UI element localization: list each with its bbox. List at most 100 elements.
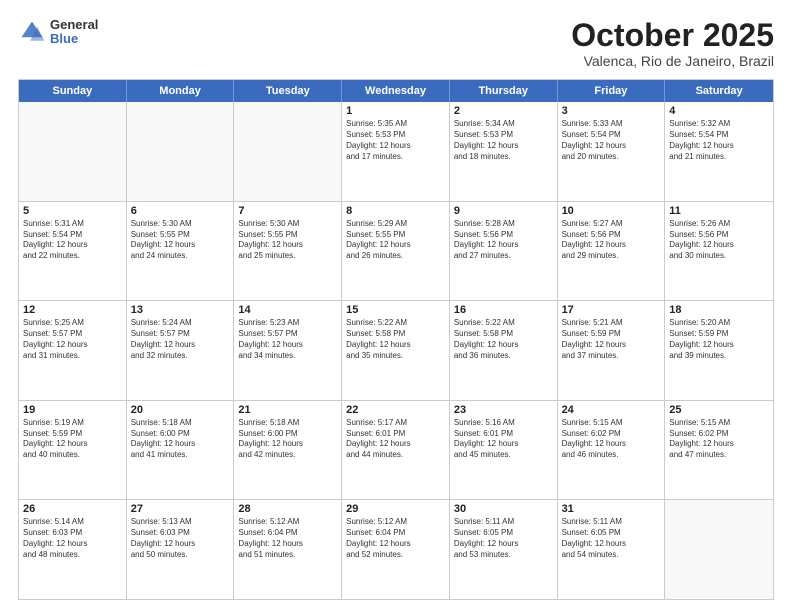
cell-info: Sunrise: 5:33 AM Sunset: 5:54 PM Dayligh… xyxy=(562,119,661,162)
day-number: 2 xyxy=(454,105,553,117)
cal-cell-14: 14 Sunrise: 5:23 AM Sunset: 5:57 PM Dayli… xyxy=(234,301,342,400)
day-number: 17 xyxy=(562,304,661,316)
cal-cell-22: 22 Sunrise: 5:17 AM Sunset: 6:01 PM Dayli… xyxy=(342,401,450,500)
cal-cell-28: 28Sunrise: 5:12 AM Sunset: 6:04 PM Dayli… xyxy=(234,500,342,599)
cell-info: Sunrise: 5:20 AM Sunset: 5:59 PM Dayligh… xyxy=(669,318,769,361)
cal-cell-25: 25 Sunrise: 5:15 AM Sunset: 6:02 PM Dayli… xyxy=(665,401,773,500)
day-number: 27 xyxy=(131,503,230,515)
cal-cell-empty-4-6 xyxy=(665,500,773,599)
cal-cell-31: 31 Sunrise: 5:11 AM Sunset: 6:05 PM Dayli… xyxy=(558,500,666,599)
cal-cell-17: 17 Sunrise: 5:21 AM Sunset: 5:59 PM Dayli… xyxy=(558,301,666,400)
cell-info: Sunrise: 5:25 AM Sunset: 5:57 PM Dayligh… xyxy=(23,318,122,361)
day-number: 19 xyxy=(23,404,122,416)
cal-cell-11: 11Sunrise: 5:26 AM Sunset: 5:56 PM Dayli… xyxy=(665,202,773,301)
cell-info: Sunrise: 5:16 AM Sunset: 6:01 PM Dayligh… xyxy=(454,418,553,461)
cal-cell-10: 10 Sunrise: 5:27 AM Sunset: 5:56 PM Dayli… xyxy=(558,202,666,301)
cell-info: Sunrise: 5:12 AM Sunset: 6:04 PM Dayligh… xyxy=(346,517,445,560)
cal-cell-empty-0-2 xyxy=(234,102,342,201)
day-number: 13 xyxy=(131,304,230,316)
logo: General Blue xyxy=(18,18,98,47)
cell-info: Sunrise: 5:34 AM Sunset: 5:53 PM Dayligh… xyxy=(454,119,553,162)
cell-info: Sunrise: 5:11 AM Sunset: 6:05 PM Dayligh… xyxy=(562,517,661,560)
cell-info: Sunrise: 5:19 AM Sunset: 5:59 PM Dayligh… xyxy=(23,418,122,461)
cal-cell-23: 23 Sunrise: 5:16 AM Sunset: 6:01 PM Dayli… xyxy=(450,401,558,500)
day-number: 5 xyxy=(23,205,122,217)
day-number: 16 xyxy=(454,304,553,316)
cal-cell-12: 12 Sunrise: 5:25 AM Sunset: 5:57 PM Dayli… xyxy=(19,301,127,400)
logo-general-label: General xyxy=(50,18,98,32)
cal-cell-5: 5Sunrise: 5:31 AM Sunset: 5:54 PM Daylig… xyxy=(19,202,127,301)
cal-cell-15: 15 Sunrise: 5:22 AM Sunset: 5:58 PM Dayli… xyxy=(342,301,450,400)
cell-info: Sunrise: 5:35 AM Sunset: 5:53 PM Dayligh… xyxy=(346,119,445,162)
calendar: SundayMondayTuesdayWednesdayThursdayFrid… xyxy=(18,79,774,600)
cal-row-4: 26 Sunrise: 5:14 AM Sunset: 6:03 PM Dayli… xyxy=(19,499,773,599)
cell-info: Sunrise: 5:13 AM Sunset: 6:03 PM Dayligh… xyxy=(131,517,230,560)
cal-header-monday: Monday xyxy=(127,80,235,102)
cal-header-saturday: Saturday xyxy=(665,80,773,102)
cal-cell-9: 9 Sunrise: 5:28 AM Sunset: 5:56 PM Daylig… xyxy=(450,202,558,301)
day-number: 22 xyxy=(346,404,445,416)
logo-text: General Blue xyxy=(50,18,98,47)
cell-info: Sunrise: 5:18 AM Sunset: 6:00 PM Dayligh… xyxy=(238,418,337,461)
cal-cell-21: 21Sunrise: 5:18 AM Sunset: 6:00 PM Dayli… xyxy=(234,401,342,500)
location: Valenca, Rio de Janeiro, Brazil xyxy=(571,53,774,69)
day-number: 12 xyxy=(23,304,122,316)
cell-info: Sunrise: 5:30 AM Sunset: 5:55 PM Dayligh… xyxy=(238,219,337,262)
cell-info: Sunrise: 5:23 AM Sunset: 5:57 PM Dayligh… xyxy=(238,318,337,361)
day-number: 8 xyxy=(346,205,445,217)
calendar-body: 1Sunrise: 5:35 AM Sunset: 5:53 PM Daylig… xyxy=(19,102,773,599)
day-number: 31 xyxy=(562,503,661,515)
cell-info: Sunrise: 5:27 AM Sunset: 5:56 PM Dayligh… xyxy=(562,219,661,262)
cell-info: Sunrise: 5:11 AM Sunset: 6:05 PM Dayligh… xyxy=(454,517,553,560)
cell-info: Sunrise: 5:14 AM Sunset: 6:03 PM Dayligh… xyxy=(23,517,122,560)
cal-header-thursday: Thursday xyxy=(450,80,558,102)
day-number: 20 xyxy=(131,404,230,416)
day-number: 18 xyxy=(669,304,769,316)
title-block: October 2025 Valenca, Rio de Janeiro, Br… xyxy=(571,18,774,69)
cal-cell-16: 16 Sunrise: 5:22 AM Sunset: 5:58 PM Dayli… xyxy=(450,301,558,400)
cell-info: Sunrise: 5:24 AM Sunset: 5:57 PM Dayligh… xyxy=(131,318,230,361)
cell-info: Sunrise: 5:17 AM Sunset: 6:01 PM Dayligh… xyxy=(346,418,445,461)
cal-cell-27: 27 Sunrise: 5:13 AM Sunset: 6:03 PM Dayli… xyxy=(127,500,235,599)
cal-header-friday: Friday xyxy=(558,80,666,102)
cal-cell-4: 4 Sunrise: 5:32 AM Sunset: 5:54 PM Daylig… xyxy=(665,102,773,201)
cell-info: Sunrise: 5:30 AM Sunset: 5:55 PM Dayligh… xyxy=(131,219,230,262)
cal-cell-2: 2 Sunrise: 5:34 AM Sunset: 5:53 PM Daylig… xyxy=(450,102,558,201)
cal-row-3: 19 Sunrise: 5:19 AM Sunset: 5:59 PM Dayli… xyxy=(19,400,773,500)
day-number: 30 xyxy=(454,503,553,515)
cell-info: Sunrise: 5:15 AM Sunset: 6:02 PM Dayligh… xyxy=(669,418,769,461)
day-number: 23 xyxy=(454,404,553,416)
day-number: 25 xyxy=(669,404,769,416)
cell-info: Sunrise: 5:21 AM Sunset: 5:59 PM Dayligh… xyxy=(562,318,661,361)
cal-cell-26: 26 Sunrise: 5:14 AM Sunset: 6:03 PM Dayli… xyxy=(19,500,127,599)
cal-header-wednesday: Wednesday xyxy=(342,80,450,102)
cell-info: Sunrise: 5:32 AM Sunset: 5:54 PM Dayligh… xyxy=(669,119,769,162)
cal-cell-24: 24Sunrise: 5:15 AM Sunset: 6:02 PM Dayli… xyxy=(558,401,666,500)
day-number: 29 xyxy=(346,503,445,515)
cal-cell-8: 8Sunrise: 5:29 AM Sunset: 5:55 PM Daylig… xyxy=(342,202,450,301)
cal-cell-empty-0-1 xyxy=(127,102,235,201)
cal-cell-3: 3Sunrise: 5:33 AM Sunset: 5:54 PM Daylig… xyxy=(558,102,666,201)
cal-cell-13: 13 Sunrise: 5:24 AM Sunset: 5:57 PM Dayli… xyxy=(127,301,235,400)
cell-info: Sunrise: 5:22 AM Sunset: 5:58 PM Dayligh… xyxy=(346,318,445,361)
day-number: 9 xyxy=(454,205,553,217)
calendar-header-row: SundayMondayTuesdayWednesdayThursdayFrid… xyxy=(19,80,773,102)
cell-info: Sunrise: 5:28 AM Sunset: 5:56 PM Dayligh… xyxy=(454,219,553,262)
day-number: 26 xyxy=(23,503,122,515)
cell-info: Sunrise: 5:15 AM Sunset: 6:02 PM Dayligh… xyxy=(562,418,661,461)
cal-cell-20: 20Sunrise: 5:18 AM Sunset: 6:00 PM Dayli… xyxy=(127,401,235,500)
cal-cell-18: 18 Sunrise: 5:20 AM Sunset: 5:59 PM Dayli… xyxy=(665,301,773,400)
cal-row-1: 5Sunrise: 5:31 AM Sunset: 5:54 PM Daylig… xyxy=(19,201,773,301)
day-number: 4 xyxy=(669,105,769,117)
month-title: October 2025 xyxy=(571,18,774,53)
header: General Blue October 2025 Valenca, Rio d… xyxy=(18,18,774,69)
day-number: 6 xyxy=(131,205,230,217)
cell-info: Sunrise: 5:22 AM Sunset: 5:58 PM Dayligh… xyxy=(454,318,553,361)
cal-cell-30: 30 Sunrise: 5:11 AM Sunset: 6:05 PM Dayli… xyxy=(450,500,558,599)
cell-info: Sunrise: 5:12 AM Sunset: 6:04 PM Dayligh… xyxy=(238,517,337,560)
cal-row-0: 1Sunrise: 5:35 AM Sunset: 5:53 PM Daylig… xyxy=(19,102,773,201)
cal-header-tuesday: Tuesday xyxy=(234,80,342,102)
day-number: 15 xyxy=(346,304,445,316)
day-number: 10 xyxy=(562,205,661,217)
day-number: 14 xyxy=(238,304,337,316)
